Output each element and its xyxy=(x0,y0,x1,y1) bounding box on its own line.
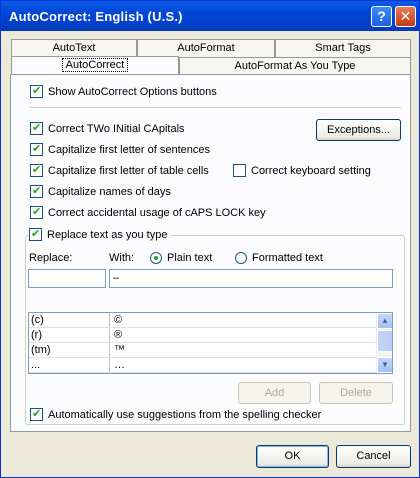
ok-button[interactable]: OK xyxy=(256,445,329,468)
tab-autoformat[interactable]: AutoFormat xyxy=(137,39,275,57)
entry-to: ™ xyxy=(114,344,125,356)
formatted-text-radio[interactable]: Formatted text xyxy=(235,252,323,264)
add-button[interactable]: Add xyxy=(238,382,311,404)
window-title: AutoCorrect: English (U.S.) xyxy=(9,9,183,24)
entry-from: ... xyxy=(29,358,110,372)
caps-lock-label: Correct accidental usage of cAPS LOCK ke… xyxy=(48,206,266,219)
scroll-down-icon[interactable]: ▼ xyxy=(377,357,392,373)
tab-autoformat-as-you-type[interactable]: AutoFormat As You Type xyxy=(179,57,411,75)
spelling-suggestions-label: Automatically use suggestions from the s… xyxy=(48,408,322,421)
scroll-thumb[interactable] xyxy=(377,330,392,352)
keyboard-setting-label: Correct keyboard setting xyxy=(251,164,371,177)
tab-autoformat-label: AutoFormat xyxy=(177,42,235,54)
list-item[interactable]: (c) © xyxy=(29,313,392,328)
show-options-checkbox[interactable]: Show AutoCorrect Options buttons xyxy=(30,84,217,98)
entry-from: (tm) xyxy=(29,343,110,357)
tab-autoformat-as-you-type-label: AutoFormat As You Type xyxy=(234,60,356,72)
keyboard-setting-checkbox[interactable]: Correct keyboard setting xyxy=(233,164,371,177)
replace-label: Replace: xyxy=(29,252,73,264)
replace-as-you-type-label: Replace text as you type xyxy=(47,228,168,241)
checkbox-box[interactable] xyxy=(30,121,43,135)
checkbox-box[interactable] xyxy=(30,184,43,198)
entry-from: (c) xyxy=(29,313,110,327)
tab-strip: AutoText AutoFormat Smart Tags AutoCorre… xyxy=(1,31,419,76)
scroll-up-icon[interactable]: ▲ xyxy=(377,313,392,329)
names-of-days-label: Capitalize names of days xyxy=(48,185,171,198)
delete-button[interactable]: Delete xyxy=(319,382,393,404)
tab-autotext-label: AutoText xyxy=(52,42,96,54)
plain-text-label: Plain text xyxy=(167,252,213,264)
checkbox-box[interactable] xyxy=(29,227,42,241)
first-letter-table-label: Capitalize first letter of table cells xyxy=(48,164,209,177)
checkbox-box[interactable] xyxy=(30,142,43,156)
list-item[interactable]: (tm) ™ xyxy=(29,343,392,358)
tab-autocorrect[interactable]: AutoCorrect xyxy=(11,56,179,76)
help-icon: ? xyxy=(377,8,386,24)
checkbox-box[interactable] xyxy=(30,205,43,219)
with-input[interactable]: – xyxy=(109,269,393,288)
caps-lock-checkbox[interactable]: Correct accidental usage of cAPS LOCK ke… xyxy=(30,205,266,219)
checkbox-box[interactable] xyxy=(30,84,43,98)
two-initials-checkbox[interactable]: Correct TWo INitial CApitals xyxy=(30,121,185,135)
radio-circle[interactable] xyxy=(235,252,247,264)
radio-circle[interactable] xyxy=(150,252,162,264)
list-scrollbar[interactable]: ▲ ▼ xyxy=(376,313,392,373)
entry-to: © xyxy=(114,314,123,326)
close-button[interactable]: ✕ xyxy=(395,6,416,27)
with-label: With: xyxy=(109,252,135,264)
list-item[interactable]: (r) ® xyxy=(29,328,392,343)
first-letter-sentences-label: Capitalize first letter of sentences xyxy=(48,143,211,156)
tab-autotext[interactable]: AutoText xyxy=(11,39,137,57)
replace-as-you-type-checkbox[interactable]: Replace text as you type xyxy=(29,227,171,241)
entry-to: … xyxy=(114,359,125,371)
title-bar: AutoCorrect: English (U.S.) ? ✕ xyxy=(1,1,419,31)
checkbox-box[interactable] xyxy=(30,163,43,177)
first-letter-table-checkbox[interactable]: Capitalize first letter of table cells xyxy=(30,163,209,177)
formatted-text-label: Formatted text xyxy=(252,252,323,264)
tab-smart-tags-label: Smart Tags xyxy=(315,42,371,54)
checkbox-box[interactable] xyxy=(30,407,43,421)
exceptions-button[interactable]: Exceptions... xyxy=(316,119,401,141)
spelling-suggestions-checkbox[interactable]: Automatically use suggestions from the s… xyxy=(30,407,322,421)
separator xyxy=(29,107,401,108)
entry-to: ® xyxy=(114,329,123,341)
show-options-label: Show AutoCorrect Options buttons xyxy=(48,85,217,98)
first-letter-sentences-checkbox[interactable]: Capitalize first letter of sentences xyxy=(30,142,211,156)
two-initials-label: Correct TWo INitial CApitals xyxy=(48,122,185,135)
tab-autocorrect-label: AutoCorrect xyxy=(61,58,129,72)
entry-from: (r) xyxy=(29,328,110,342)
names-of-days-checkbox[interactable]: Capitalize names of days xyxy=(30,184,171,198)
help-button[interactable]: ? xyxy=(371,6,392,27)
replacement-list[interactable]: (c) © (r) ® (tm) ™ ... … ▲ ▼ xyxy=(28,312,393,374)
autocorrect-dialog: AutoCorrect: English (U.S.) ? ✕ AutoText… xyxy=(0,0,420,478)
tab-smart-tags[interactable]: Smart Tags xyxy=(275,39,411,57)
autocorrect-panel: Show AutoCorrect Options buttons Correct… xyxy=(10,74,411,432)
checkbox-box[interactable] xyxy=(233,164,246,177)
replace-input[interactable] xyxy=(28,269,106,288)
cancel-button[interactable]: Cancel xyxy=(336,445,411,468)
close-icon: ✕ xyxy=(399,8,412,24)
plain-text-radio[interactable]: Plain text xyxy=(150,252,212,264)
list-item[interactable]: ... … xyxy=(29,358,392,373)
